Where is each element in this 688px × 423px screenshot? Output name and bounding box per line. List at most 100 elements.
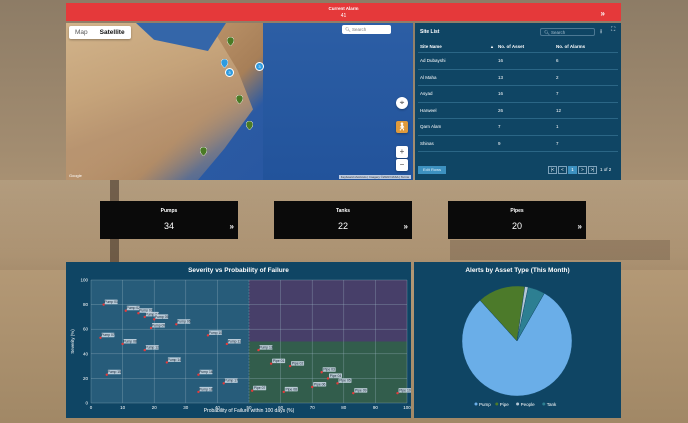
kpi-open-button[interactable]: »	[230, 222, 234, 231]
low-risk-zone	[91, 280, 249, 403]
y-tick-label: 0	[85, 401, 88, 406]
next-page-button[interactable]: >	[578, 166, 587, 174]
x-tick-label: 10	[120, 405, 126, 410]
y-axis-label: Severity (%)	[70, 329, 75, 354]
alarm-open-button[interactable]: »	[601, 9, 605, 18]
table-row[interactable]: Shinas 9 7	[418, 135, 618, 152]
search-icon: 🔍︎	[345, 27, 351, 32]
site-table: Site Name ▲ No. of Asset No. of Alarms A…	[418, 41, 618, 152]
kpi-open-button[interactable]: »	[404, 222, 408, 231]
y-tick-label: 20	[83, 376, 89, 381]
site-name-cell: Qarn Alam	[418, 118, 496, 136]
data-label: Pump 05	[155, 315, 169, 319]
site-name-cell: Harweel	[418, 102, 496, 119]
table-row[interactable]: Qarn Alam 7 1	[418, 118, 618, 136]
data-label: Pipe 03	[323, 368, 335, 372]
map-marker-pin[interactable]	[200, 147, 207, 156]
table-row[interactable]: Al Maha 13 2	[418, 69, 618, 86]
alarm-count-cell: 7	[554, 135, 618, 152]
zoom-in-button[interactable]: +	[396, 146, 408, 158]
legend-marker	[474, 402, 478, 406]
x-tick-label: 100	[403, 405, 411, 410]
legend-label[interactable]: Pump	[479, 402, 491, 407]
first-page-button[interactable]: |<	[548, 166, 557, 174]
data-label: Pump 06	[177, 320, 191, 324]
map-search-input[interactable]: 🔍︎ Search	[342, 25, 391, 34]
last-page-button[interactable]: >|	[588, 166, 597, 174]
map-marker-pin[interactable]	[221, 59, 228, 68]
data-label: Pipe 06	[314, 382, 326, 386]
sort-asc-icon[interactable]: ▲	[490, 44, 494, 49]
kpi-value: 20	[511, 221, 522, 231]
download-icon[interactable]: ⭳	[600, 27, 602, 37]
scatter-chart-panel: Severity vs Probability of Failure 0 10 20…	[66, 262, 411, 418]
site-search-input[interactable]: 🔍︎ Search	[540, 28, 595, 36]
table-row[interactable]: Ad Dubayshi 16 6	[418, 52, 618, 70]
map-marker-pin[interactable]	[236, 95, 243, 104]
data-label: Pump 17	[224, 379, 238, 383]
map-locate-button[interactable]: ⌖	[396, 97, 408, 109]
site-list-title: Site List	[420, 29, 440, 35]
column-header-site-name[interactable]: Site Name ▲	[418, 41, 496, 53]
scatter-chart: 0 10 20 30 40 50 60 70 80 90 100020406080100Probab…	[70, 278, 411, 414]
kpi-card-pipes[interactable]: Pipes 20 »	[448, 201, 586, 239]
kpi-card-pumps[interactable]: Pumps 34 »	[100, 201, 238, 239]
site-name-cell: Ad Dubayshi	[418, 52, 496, 70]
kpi-value: 22	[337, 221, 348, 231]
fullscreen-icon[interactable]: ⛶	[611, 27, 615, 34]
data-label: Pump 15	[108, 370, 122, 374]
page-1-button[interactable]: 1	[568, 166, 577, 174]
data-label: Pipe 05	[339, 379, 351, 383]
kpi-card-tanks[interactable]: Tanks 22 »	[274, 201, 412, 239]
pie-chart-panel: Alerts by Asset Type (This Month) Pump Pi…	[414, 262, 621, 418]
data-label: Pump 16	[199, 370, 213, 374]
map-marker-pin[interactable]	[246, 121, 253, 130]
map-cluster[interactable]: 3	[225, 68, 234, 77]
edit-rows-button[interactable]: Edit Rows	[418, 166, 446, 174]
legend-label[interactable]: Pipe	[500, 402, 510, 407]
asset-count-cell: 26	[496, 102, 554, 119]
current-alarm-banner[interactable]: Current Alarm 41 »	[66, 3, 621, 21]
map-cluster[interactable]: 3	[255, 62, 264, 71]
asset-count-cell: 13	[496, 69, 554, 86]
data-label: Pump 13	[259, 346, 273, 350]
x-tick-label: 90	[373, 405, 379, 410]
x-tick-label: 30	[183, 405, 189, 410]
legend-label[interactable]: Tank	[547, 402, 557, 407]
background-pipe	[450, 240, 670, 260]
tab-satellite[interactable]: Satellite	[94, 26, 131, 39]
asset-count-cell: 7	[496, 118, 554, 136]
kpi-open-button[interactable]: »	[578, 222, 582, 231]
map-attribution[interactable]: Keyboard shortcuts | Imagery ©2023 NASA …	[338, 175, 411, 179]
data-label: Pump 10	[209, 331, 223, 335]
site-name-cell: Asyad	[418, 85, 496, 103]
kpi-label: Tanks	[335, 208, 351, 214]
legend-label[interactable]: People	[521, 402, 536, 407]
y-tick-label: 100	[80, 278, 88, 283]
alarm-count-cell: 1	[554, 118, 618, 136]
column-header-alarms[interactable]: No. of Alarms	[554, 41, 618, 53]
street-view-icon[interactable]: 🚶︎	[396, 121, 408, 133]
data-label: Pump 01	[104, 300, 118, 304]
alarm-count-cell: 7	[554, 85, 618, 103]
data-label: Pump 14	[168, 358, 182, 362]
site-map[interactable]: Map Satellite 🔍︎ Search 3 3 ⌖ 🚶︎ + − Goo…	[66, 23, 413, 180]
table-row[interactable]: Harweel 26 12	[418, 102, 618, 119]
map-marker-pin[interactable]	[227, 37, 234, 46]
data-label: Pipe 10	[399, 389, 411, 393]
site-search-placeholder: Search	[550, 30, 566, 35]
prev-page-button[interactable]: <	[558, 166, 567, 174]
zoom-out-button[interactable]: −	[396, 159, 408, 171]
alarm-count-cell: 12	[554, 102, 618, 119]
data-label: Pipe 08	[286, 387, 298, 391]
data-label: Pipe 01	[273, 359, 285, 363]
data-label: Pump 09	[152, 323, 166, 327]
data-label: Pipe 04	[330, 374, 342, 378]
site-name-cell: Al Maha	[418, 69, 496, 86]
tab-map[interactable]: Map	[69, 26, 94, 39]
pagination: |< < 1 > >|	[548, 166, 597, 174]
table-row[interactable]: Asyad 16 7	[418, 85, 618, 103]
column-header-assets[interactable]: No. of Asset	[496, 41, 554, 53]
legend-marker	[542, 402, 546, 406]
x-tick-label: 80	[341, 405, 347, 410]
